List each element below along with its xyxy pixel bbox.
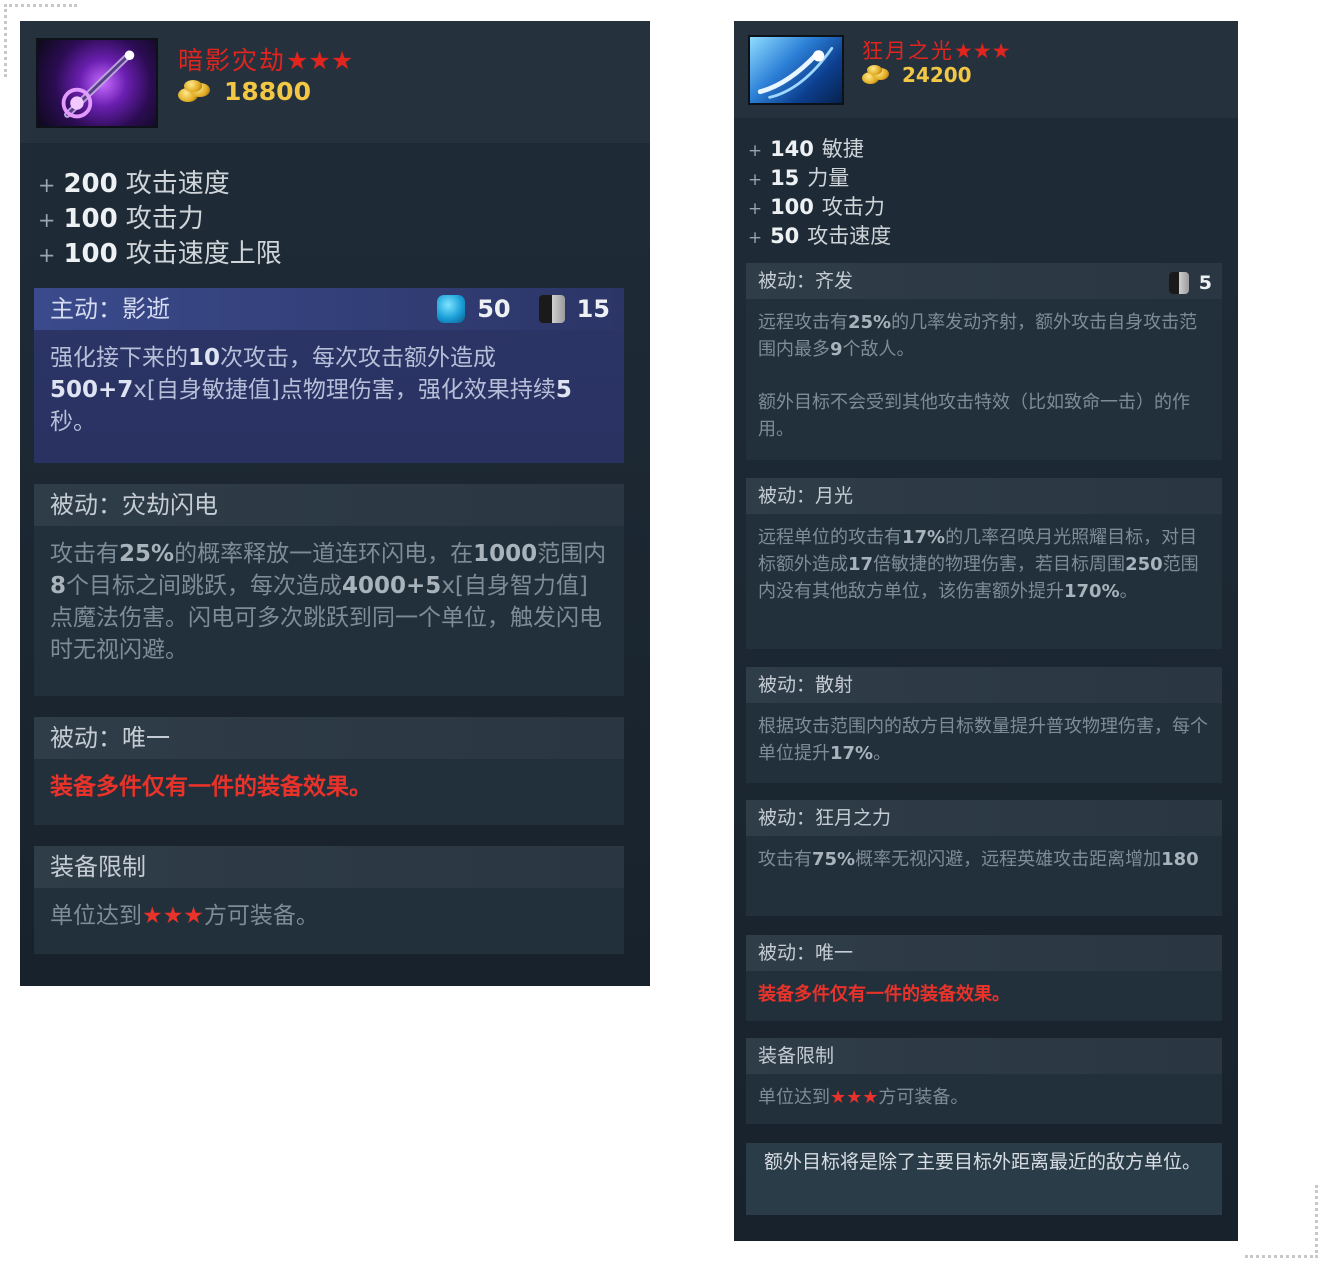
text-fragment: 攻击有 bbox=[50, 541, 119, 567]
highlight-value: 170% bbox=[1064, 581, 1120, 602]
item-cost: 24200 bbox=[862, 63, 972, 87]
section-text: 单位达到★★★方可装备。 bbox=[758, 1087, 969, 1108]
section-header: 被动：灾劫闪电 bbox=[34, 484, 624, 526]
section-text: 装备多件仅有一件的装备效果。 bbox=[758, 984, 1010, 1005]
stat-list: +140 敏捷 +15 力量 +100 攻击力 +50 攻击速度 bbox=[748, 135, 891, 251]
section-text: 远程单位的攻击有17%的几率召唤月光照耀目标，对目标额外造成17倍敏捷的物理伤害… bbox=[746, 514, 1222, 605]
highlight-value: 25% bbox=[848, 312, 892, 333]
stat-row: +200 攻击速度 bbox=[38, 169, 230, 199]
section-text: 强化接下来的10次攻击，每次攻击额外造成 500+7x[自身敏捷值]点物理伤害，强… bbox=[34, 330, 624, 438]
item-tooltip-mad-moon-light: 狂月之光★★★ 24200 +140 敏捷 +15 力量 +100 攻击力 +50 攻击… bbox=[734, 21, 1238, 1241]
highlight-value: 8 bbox=[50, 573, 67, 599]
tooltip-header: 狂月之光★★★ 24200 bbox=[734, 21, 1238, 118]
text-fragment: 根据攻击范围内的敌方目标数量提升普攻物理伤害，每个单位提升 bbox=[758, 716, 1208, 764]
passive-scatter-section: 被动：散射 根据攻击范围内的敌方目标数量提升普攻物理伤害，每个单位提升17%。 bbox=[746, 667, 1222, 783]
highlight-value: 180 bbox=[1161, 849, 1199, 870]
item-title: 狂月之光★★★ bbox=[862, 39, 1011, 63]
highlight-value: 5 bbox=[555, 377, 572, 403]
text-fragment: 远程单位的攻击有 bbox=[758, 527, 902, 548]
highlight-value: +7 bbox=[98, 377, 134, 403]
highlight-value: 25% bbox=[119, 541, 175, 567]
section-header: 装备限制 bbox=[746, 1038, 1222, 1074]
shadow-scepter-icon bbox=[36, 38, 158, 128]
stat-row: +100 攻击力 bbox=[748, 195, 885, 219]
section-header: 装备限制 bbox=[34, 846, 624, 888]
passive-moonlight-section: 被动：月光 远程单位的攻击有17%的几率召唤月光照耀目标，对目标额外造成17倍敏… bbox=[746, 478, 1222, 649]
highlight-value: 17% bbox=[902, 527, 946, 548]
highlight-value: 4000+5 bbox=[342, 573, 442, 599]
section-paragraph: 额外目标不会受到其他攻击特效（比如致命一击）的作用。 bbox=[758, 392, 1190, 440]
section-text: 远程攻击有25%的几率发动齐射，额外攻击自身攻击范围内最多9个敌人。 额外目标不… bbox=[746, 299, 1222, 443]
ability-costs: 5 bbox=[1168, 263, 1212, 303]
section-text: 单位达到★★★方可装备。 bbox=[50, 903, 319, 929]
stat-row: +50 攻击速度 bbox=[748, 224, 892, 248]
gold-coin-icon bbox=[178, 79, 214, 104]
text-fragment: 概率无视闪避，远程英雄攻击距离增加 bbox=[855, 849, 1162, 870]
equip-restriction-section: 装备限制 单位达到★★★方可装备。 bbox=[34, 846, 624, 954]
item-title: 暗影灾劫★★★ bbox=[178, 46, 354, 75]
highlight-value: 75% bbox=[812, 849, 856, 870]
active-ability-section: 主动：影逝 50 15 强化接下来的10次攻击，每次攻击额外造成 500+7x[自… bbox=[34, 288, 624, 463]
cooldown-icon bbox=[1168, 272, 1189, 294]
tooltip-header: 暗影灾劫★★★ 18800 bbox=[20, 21, 650, 143]
stat-row: +140 敏捷 bbox=[748, 137, 864, 161]
section-text: 装备多件仅有一件的装备效果。 bbox=[50, 774, 372, 800]
text-fragment: 的概率释放一道连环闪电，在 bbox=[174, 541, 474, 567]
section-header: 被动：唯一 bbox=[746, 935, 1222, 971]
stat-row: +100 攻击速度上限 bbox=[38, 239, 282, 269]
text-fragment: 。 bbox=[873, 743, 892, 764]
extra-target-note: 额外目标将是除了主要目标外距离最近的敌方单位。 bbox=[746, 1143, 1222, 1215]
text-fragment: 个目标之间跳跃，每次造成 bbox=[66, 573, 343, 599]
item-tooltip-shadow-calamity: 暗影灾劫★★★ 18800 +200 攻击速度 +100 攻击力 +100 攻击速度上… bbox=[20, 21, 650, 986]
corner-decoration bbox=[1245, 1185, 1318, 1258]
stat-row: +15 力量 bbox=[748, 166, 850, 190]
text-fragment: 远程攻击有 bbox=[758, 312, 848, 333]
gold-coin-icon bbox=[862, 65, 892, 85]
section-text: 攻击有25%的概率释放一道连环闪电，在1000范围内 8个目标之间跳跃，每次造成4… bbox=[34, 526, 624, 666]
highlight-value: 1000 bbox=[473, 541, 538, 567]
section-header: 被动：狂月之力 bbox=[746, 800, 1222, 836]
section-paragraph: 远程攻击有25%的几率发动齐射，额外攻击自身攻击范围内最多9个敌人。 bbox=[758, 309, 1210, 363]
section-header: 被动：唯一 bbox=[34, 717, 624, 759]
highlight-value: 250 bbox=[1125, 554, 1163, 575]
highlight-value: 500 bbox=[50, 377, 99, 403]
text-fragment: x[自身敏捷值]点物理伤害，强化效果持续 bbox=[133, 377, 556, 403]
highlight-value: 17 bbox=[848, 554, 874, 575]
equip-restriction-section: 装备限制 单位达到★★★方可装备。 bbox=[746, 1038, 1222, 1124]
section-text: 攻击有75%概率无视闪避，远程英雄攻击距离增加180 bbox=[746, 836, 1222, 873]
section-header: 被动：月光 bbox=[746, 478, 1222, 514]
stat-list: +200 攻击速度 +100 攻击力 +100 攻击速度上限 bbox=[38, 167, 282, 272]
ability-costs: 50 15 bbox=[437, 288, 610, 330]
highlight-value: 17% bbox=[830, 743, 874, 764]
text-fragment: 秒。 bbox=[50, 409, 96, 435]
text-fragment: 强化接下来的 bbox=[50, 345, 188, 371]
moon-glaive-icon bbox=[748, 35, 844, 105]
passive-unique-section: 被动：唯一 装备多件仅有一件的装备效果。 bbox=[34, 717, 624, 825]
passive-volley-section: 被动：齐发 5 远程攻击有25%的几率发动齐射，额外攻击自身攻击范围内最多9个敌… bbox=[746, 263, 1222, 460]
passive-lightning-section: 被动：灾劫闪电 攻击有25%的概率释放一道连环闪电，在1000范围内 8个目标之间… bbox=[34, 484, 624, 696]
highlight-value: 10 bbox=[188, 345, 221, 371]
highlight-value: 9 bbox=[830, 339, 843, 360]
passive-unique-section: 被动：唯一 装备多件仅有一件的装备效果。 bbox=[746, 935, 1222, 1021]
stat-row: +100 攻击力 bbox=[38, 204, 204, 234]
passive-mad-moon-power-section: 被动：狂月之力 攻击有75%概率无视闪避，远程英雄攻击距离增加180 bbox=[746, 800, 1222, 916]
text-fragment: 倍敏捷的物理伤害，若目标周围 bbox=[873, 554, 1126, 575]
section-text: 根据攻击范围内的敌方目标数量提升普攻物理伤害，每个单位提升17%。 bbox=[746, 703, 1222, 767]
text-fragment: 攻击有 bbox=[758, 849, 812, 870]
item-cost: 18800 bbox=[178, 77, 311, 106]
text-fragment: 个敌人。 bbox=[842, 339, 915, 360]
text-fragment: 范围内 bbox=[537, 541, 607, 567]
section-header: 主动：影逝 50 15 bbox=[34, 288, 624, 330]
cooldown-icon bbox=[538, 295, 565, 323]
text-fragment: 次攻击，每次攻击额外造成 bbox=[220, 345, 497, 371]
mana-icon bbox=[437, 295, 466, 323]
text-fragment: 。 bbox=[1119, 581, 1138, 602]
section-header: 被动：散射 bbox=[746, 667, 1222, 703]
section-header: 被动：齐发 5 bbox=[746, 263, 1222, 299]
